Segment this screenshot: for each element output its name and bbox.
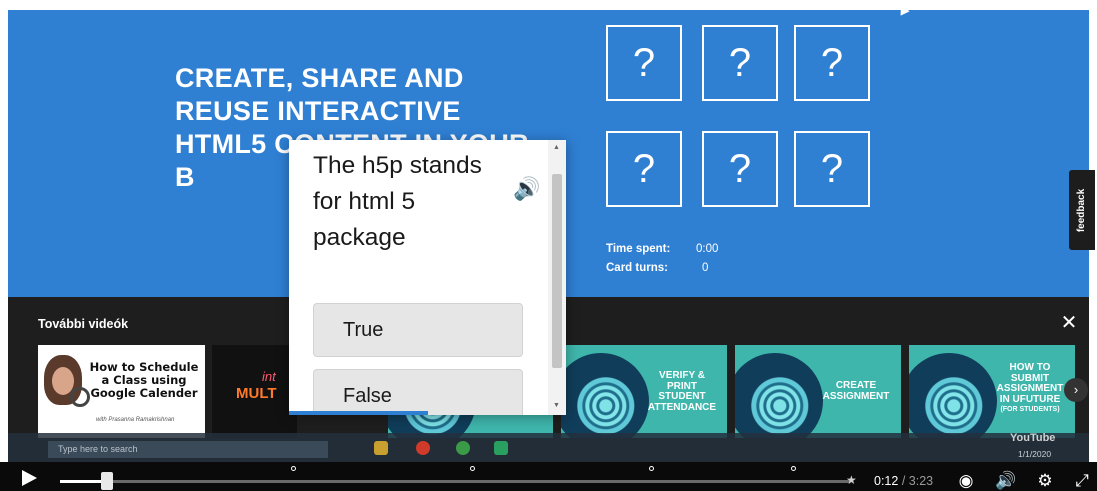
scroll-down-icon[interactable]: ▼ [553,402,560,409]
settings-icon[interactable]: ⚙ [1034,471,1056,491]
thumbnail-title: CREATE ASSIGNMENT [822,380,890,402]
fingerprint-icon [735,353,823,438]
memory-card[interactable]: ? [794,131,870,207]
close-icon[interactable]: ✕ [1058,312,1080,334]
popup-progress-bar [289,411,428,415]
folder-icon[interactable] [374,441,388,455]
scrollbar-thumb[interactable] [552,174,562,368]
feedback-tab[interactable]: feedback [1069,170,1095,250]
current-time: 0:12 [874,474,899,488]
speed-icon[interactable]: ◉ [955,471,977,491]
answer-true-button[interactable]: True [313,303,523,357]
volume-icon[interactable]: 🔊 [995,471,1017,491]
taskbar-search-input[interactable]: Type here to search [48,441,328,458]
video-thumbnail[interactable]: How to Schedule a Class using Google Cal… [38,345,205,438]
thumbnail-title: How to Schedule a Class using Google Cal… [89,360,199,400]
video-player[interactable]: CREATE, SHARE AND REUSE INTERACTIVE HTML… [0,0,1097,491]
memory-card-grid: ? ? ? ? ? ? [606,25,878,215]
more-videos-title: További videók [38,317,129,331]
youtube-logo: YouTube [1010,432,1056,444]
card-turns-label: Card turns: [606,262,668,274]
seek-bar[interactable] [60,480,850,483]
time-spent-value: 0:00 [696,243,719,255]
fingerprint-icon [909,353,997,438]
video-thumbnail[interactable]: CREATE ASSIGNMENT [735,345,901,438]
thumbnail-title: MULT [236,385,277,402]
memory-card[interactable]: ? [606,131,682,207]
seek-bar-progress [60,480,108,483]
time-display: 0:12 / 3:23 [874,474,933,488]
question-text: The h5p stands for html 5 package [313,152,482,251]
video-thumbnail[interactable]: VERIFY & PRINT STUDENT ATTENDANCE [561,345,727,438]
interaction-marker[interactable] [470,466,475,471]
thumbnail-subtitle: (FOR STUDENTS) [1000,406,1060,413]
video-thumbnail[interactable]: int MULT [212,345,297,438]
thumbnail-title: VERIFY & PRINT STUDENT ATTENDANCE [647,370,717,413]
fullscreen-icon[interactable]: ⤢ [1071,471,1093,491]
bookmark-star-icon[interactable]: ★ [846,473,857,487]
thumbnail-title: HOW TO SUBMIT ASSIGNMENT IN UFUTURE [996,362,1064,405]
app-icon[interactable] [494,441,508,455]
game-stats: Time spent: 0:00 Card turns: 0 [606,240,718,278]
fingerprint-icon [561,353,649,438]
interaction-marker[interactable] [791,466,796,471]
app-icon[interactable] [416,441,430,455]
speaker-icon[interactable]: 🔊 [513,176,540,202]
next-videos-button[interactable]: › [1064,378,1088,402]
answer-false-button[interactable]: False [313,369,523,415]
time-separator: / [898,474,909,488]
feedback-label: feedback [1076,188,1088,232]
memory-card[interactable]: ? [702,131,778,207]
card-turns-value: 0 [702,262,709,274]
true-false-question-popup: The h5p stands for html 5 package 🔊 True… [289,140,566,415]
play-icon[interactable] [22,470,37,486]
time-spent-label: Time spent: [606,243,671,255]
video-thumbnail[interactable]: HOW TO SUBMIT ASSIGNMENT IN UFUTURE (FOR… [909,345,1075,438]
interaction-marker[interactable] [649,466,654,471]
memory-card[interactable]: ? [606,25,682,101]
seek-handle[interactable] [101,472,114,490]
interaction-marker[interactable] [291,466,296,471]
memory-card[interactable]: ? [794,25,870,101]
duration: 3:23 [908,474,934,488]
thumbnail-title: int [262,369,276,384]
chrome-icon[interactable] [456,441,470,455]
scroll-up-icon[interactable]: ▲ [553,144,560,151]
taskbar-date: 1/1/2020 [1018,449,1052,459]
thumbnail-subtitle: with Prasanna Ramakrishnan [96,417,175,423]
popup-scrollbar[interactable]: ▲ ▼ [548,140,566,415]
memory-card[interactable]: ? [702,25,778,101]
